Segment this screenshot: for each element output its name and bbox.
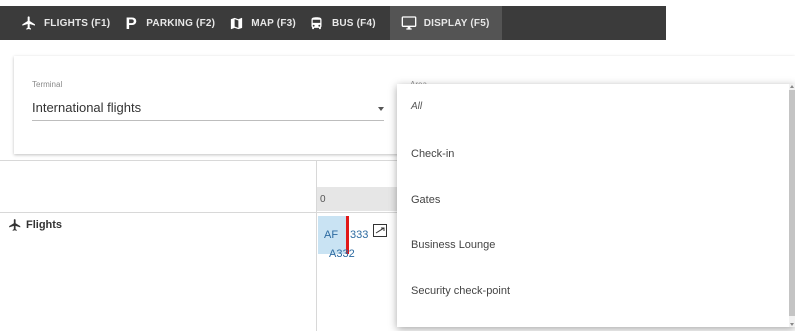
dropdown-option-security-check-point[interactable]: Security check-point [411, 285, 510, 297]
flights-tab-button[interactable]: FLIGHTS (F1) [20, 6, 122, 40]
dropdown-option-gates[interactable]: Gates [411, 194, 440, 206]
arrival-icon[interactable] [373, 224, 387, 237]
display-tab-label: DISPLAY (F5) [423, 17, 490, 29]
dropdown-option-all[interactable]: All [411, 101, 422, 112]
parking-tab-label: PARKING (F2) [146, 17, 216, 29]
bus-icon [308, 14, 326, 32]
flights-row-text: Flights [26, 219, 63, 231]
airplane-icon [8, 218, 22, 232]
flight-aircraft-type[interactable]: A332 [329, 248, 355, 260]
terminal-select-value[interactable]: International flights [32, 100, 141, 115]
flights-tab-label: FLIGHTS (F1) [44, 17, 111, 29]
timeline-tick-label: 0 [320, 194, 326, 205]
terminal-field-label: Terminal [32, 80, 63, 89]
dropdown-option-check-in[interactable]: Check-in [411, 148, 454, 160]
parking-p-icon: P [125, 13, 138, 33]
area-dropdown-menu: All Check-in Gates Business Lounge Secur… [397, 84, 795, 327]
map-tab-button[interactable]: MAP (F3) [227, 6, 308, 40]
map-tab-label: MAP (F3) [251, 17, 296, 29]
scroll-down-arrow-icon[interactable] [790, 323, 794, 326]
map-icon [227, 14, 245, 32]
grid-column-divider [316, 160, 317, 331]
timeline-header [317, 187, 407, 211]
terminal-field-underline [32, 120, 384, 121]
bus-tab-label: BUS (F4) [331, 17, 376, 29]
flight-airline-code[interactable]: AF [324, 229, 338, 241]
main-toolbar: FLIGHTS (F1) P PARKING (F2) MAP (F3) BUS… [0, 0, 795, 45]
display-tab-button[interactable]: DISPLAY (F5) [389, 6, 502, 40]
flights-row-label: Flights [8, 218, 62, 232]
chevron-down-icon[interactable] [378, 107, 384, 111]
bus-tab-button[interactable]: BUS (F4) [308, 6, 388, 40]
toolbar-bar: FLIGHTS (F1) P PARKING (F2) MAP (F3) BUS… [0, 6, 666, 40]
dropdown-option-business-lounge[interactable]: Business Lounge [411, 239, 495, 251]
flight-number[interactable]: 333 [350, 229, 368, 241]
airplane-icon [20, 14, 38, 32]
scroll-up-arrow-icon[interactable] [790, 85, 794, 88]
parking-tab-button[interactable]: P PARKING (F2) [122, 6, 227, 40]
monitor-icon [400, 14, 418, 32]
page: FLIGHTS (F1) P PARKING (F2) MAP (F3) BUS… [0, 0, 795, 331]
dropdown-scrollbar-thumb[interactable] [789, 90, 795, 316]
